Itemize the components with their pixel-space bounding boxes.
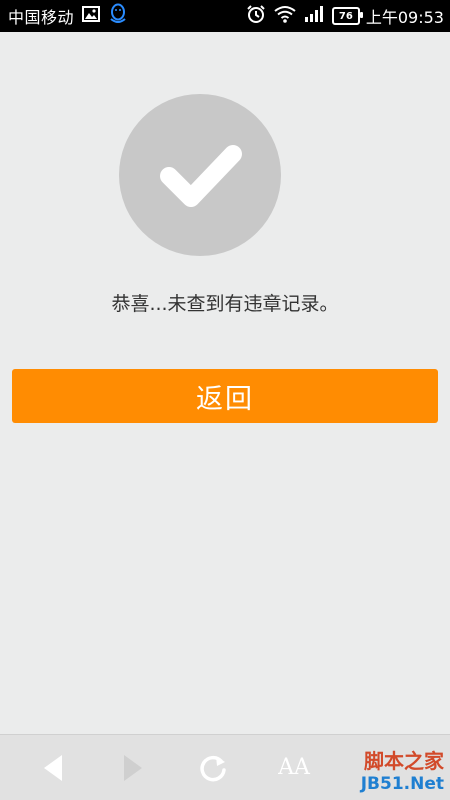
success-badge xyxy=(119,94,281,256)
signal-icon xyxy=(304,6,324,26)
alarm-icon xyxy=(246,4,266,28)
image-icon xyxy=(82,6,101,26)
forward-arrow-icon xyxy=(124,754,142,781)
browser-toolbar: AA 脚本之家 JB51.Net xyxy=(0,734,450,800)
qq-icon xyxy=(108,3,128,29)
refresh-button[interactable] xyxy=(188,735,238,800)
forward-arrow-button[interactable] xyxy=(108,735,158,800)
clock: 上午09:53 xyxy=(365,8,444,27)
result-message: 恭喜...未查到有违章记录。 xyxy=(111,293,339,315)
watermark-top: 脚本之家 xyxy=(364,749,444,773)
watermark-bottom: JB51.Net xyxy=(360,774,444,794)
carrier-name: 中国移动 xyxy=(8,8,75,27)
battery-icon: 76 xyxy=(331,7,363,25)
back-button[interactable]: 返回 xyxy=(12,369,438,423)
refresh-icon xyxy=(200,755,226,781)
status-bar: 中国移动 76 上午09:53 xyxy=(0,0,450,32)
battery-level: 76 xyxy=(338,10,353,22)
check-icon xyxy=(160,145,242,207)
site-watermark: 脚本之家 JB51.Net xyxy=(361,745,444,794)
back-arrow-icon xyxy=(44,754,62,781)
back-arrow-button[interactable] xyxy=(28,735,78,800)
font-size-button[interactable]: AA xyxy=(266,735,322,800)
wifi-icon xyxy=(274,5,296,27)
